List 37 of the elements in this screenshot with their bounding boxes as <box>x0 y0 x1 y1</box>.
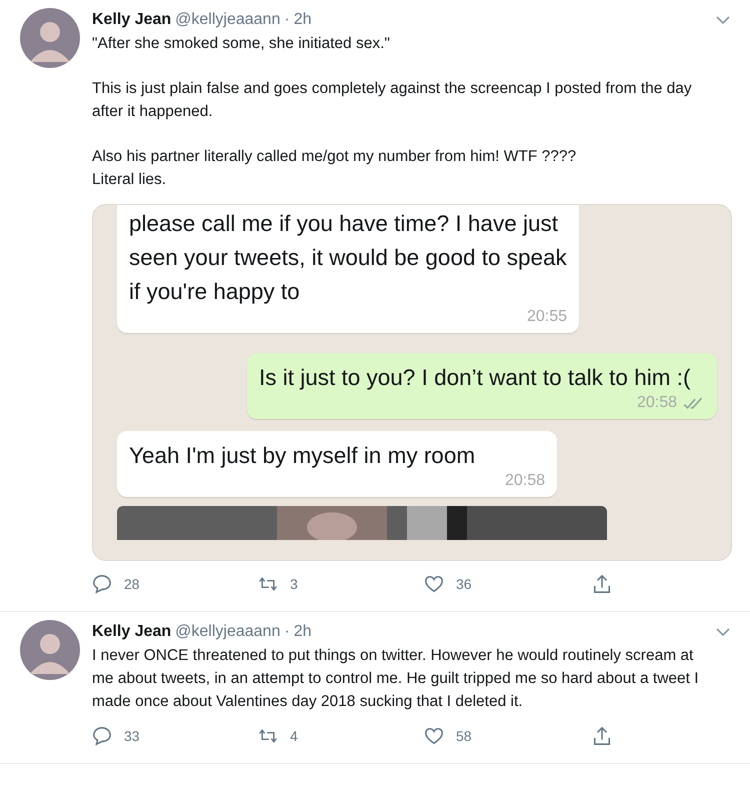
author-handle[interactable]: @kellyjeaaann <box>175 623 280 641</box>
author-handle[interactable]: @kellyjeaaann <box>175 11 280 29</box>
message-time: 20:55 <box>526 307 567 327</box>
author-name[interactable]: Kelly Jean <box>92 623 172 641</box>
caret-icon[interactable] <box>716 16 730 24</box>
avatar[interactable] <box>20 8 80 68</box>
like-button[interactable]: 58 <box>424 726 590 746</box>
speech-bubble-icon <box>92 726 112 746</box>
heart-icon <box>424 574 444 594</box>
share-icon[interactable] <box>592 726 612 746</box>
tweet-text: This is just plain false and goes completely against the screencap I posted from the day after it happened. <box>92 79 693 122</box>
like-button[interactable]: 36 <box>424 574 590 594</box>
tweet-text: "After she smoked some, she initiated sex." <box>92 34 391 54</box>
retweet-icon <box>258 726 278 746</box>
message-text: Is it just to you? I don’t want to talk to him :( <box>259 364 692 392</box>
reply-button[interactable]: 33 <box>92 726 258 746</box>
separator-dot: · <box>284 11 290 29</box>
reply-button[interactable]: 28 <box>92 574 258 594</box>
tweet-text: I never ONCE threatened to put things on twitter. However he would routinely scream at me about tweets, in an attempt to control me. He guilt tripped me so hard about a tweet I made once about Valentines day 2018 sucking that I deleted it. <box>92 646 700 712</box>
separator-dot: · <box>284 623 290 641</box>
share-icon[interactable] <box>592 574 612 594</box>
message-time: 20:58 <box>636 393 677 413</box>
chat-screenshot[interactable] <box>92 204 732 561</box>
retweet-icon <box>258 574 278 594</box>
tweet-time[interactable]: 2h <box>294 11 312 29</box>
tweet-time[interactable]: 2h <box>294 623 312 641</box>
heart-icon <box>424 726 444 746</box>
message-text: Yeah I'm just by myself in my room <box>129 442 476 470</box>
retweet-button[interactable]: 4 <box>258 726 424 746</box>
retweet-button[interactable]: 3 <box>258 574 424 594</box>
caret-icon[interactable] <box>716 628 730 636</box>
avatar[interactable] <box>20 620 80 680</box>
message-time: 20:58 <box>504 471 545 491</box>
message-text: please call me if you have time? I have just seen your tweets, it would be good to speak if you're happy to <box>129 210 567 306</box>
author-name[interactable]: Kelly Jean <box>92 11 172 29</box>
tweet-text: Also his partner literally called me/got my number from him! WTF ???? Literal lies. <box>92 147 578 190</box>
speech-bubble-icon <box>92 574 112 594</box>
